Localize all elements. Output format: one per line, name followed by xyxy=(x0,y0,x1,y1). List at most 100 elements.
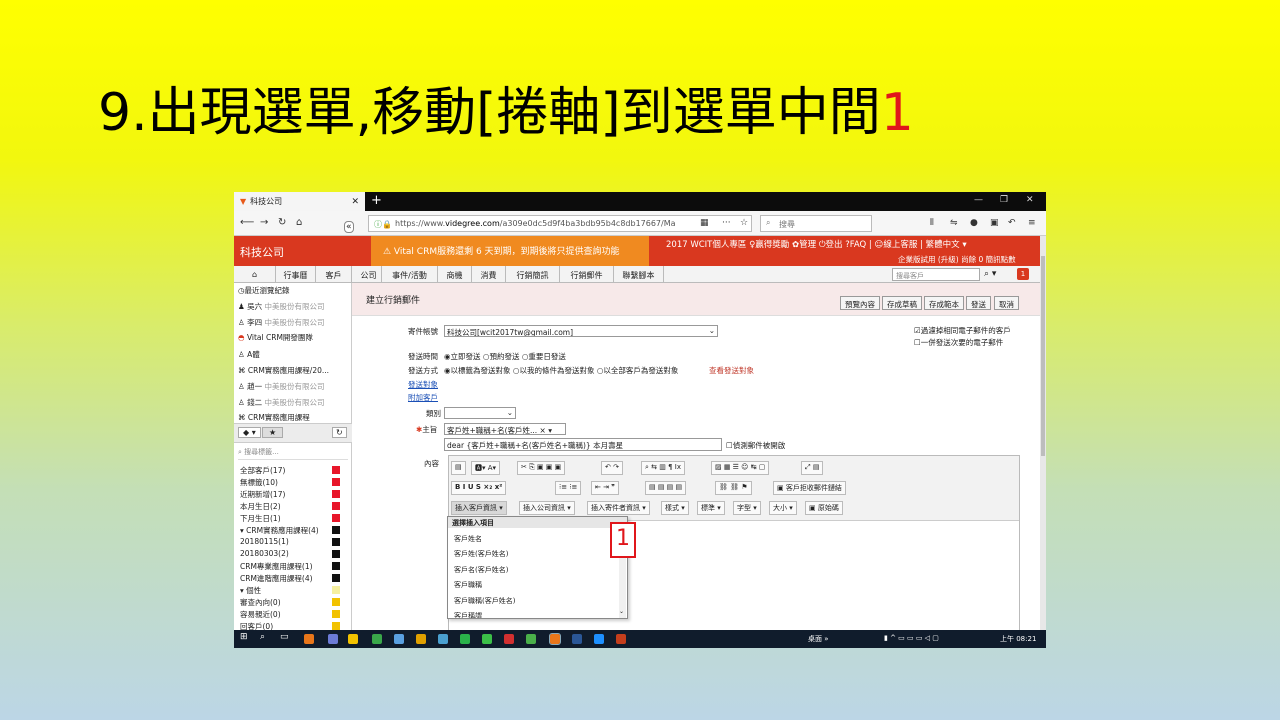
secondary-email-checkbox[interactable]: ☐一併發送次要的電子郵件 xyxy=(914,337,1003,348)
editor-clipboard-group[interactable]: ✂ ⎘ ▣ ▣ ▣ xyxy=(517,461,566,475)
reload-icon[interactable]: ↻ xyxy=(278,217,286,228)
editor-maximize-group[interactable]: ⤢ ▤ xyxy=(801,461,824,475)
menu-email-marketing[interactable]: 行銷郵件 xyxy=(560,266,614,283)
source-button[interactable]: ▣ 原始碼 xyxy=(805,501,843,515)
restore-icon[interactable]: ❐ xyxy=(1000,195,1008,205)
dropdown-item[interactable]: 客戶稱謂 xyxy=(454,611,482,618)
edge-icon[interactable] xyxy=(594,634,604,644)
menu-calendar[interactable]: 行事曆 xyxy=(276,266,316,283)
folder-icon[interactable] xyxy=(348,634,358,644)
app-icon[interactable] xyxy=(328,634,338,644)
back-arrow-icon[interactable]: ↶ xyxy=(1008,218,1016,228)
editor-find-group[interactable]: ⌕ ⇆ ▥ ¶ Ix xyxy=(641,461,685,475)
app-icon[interactable] xyxy=(438,634,448,644)
track-open-checkbox[interactable]: ☐偵測郵件被開啟 xyxy=(726,440,785,451)
star-icon[interactable]: ★ xyxy=(262,427,284,438)
menu-home[interactable]: ⌂ xyxy=(234,266,276,283)
insert-company-info-button[interactable]: 插入公司資訊 ▾ xyxy=(519,501,575,515)
menu-company[interactable]: 公司 xyxy=(356,266,382,283)
browser-search-input[interactable]: ⌕ 搜尋 xyxy=(760,215,872,232)
close-window-icon[interactable]: ✕ xyxy=(1026,195,1034,205)
category-select[interactable]: ⌄ xyxy=(444,407,516,419)
quick-search-icon[interactable]: ⌕ ▾ xyxy=(984,269,996,279)
send-method-options[interactable]: ◉以標籤為發送對象 ○以我的條件為發送對象 ○以全部客戶為發送對象 xyxy=(444,365,678,376)
collapse-sidebar-icon[interactable]: « xyxy=(344,221,354,233)
header-links[interactable]: 2017 WCIT個人專區 ♀贏得獎勵 ✿管理 ⏻登出 ?FAQ | ☺線上客服… xyxy=(666,238,967,250)
menu-contact-script[interactable]: 聯繫腳本 xyxy=(614,266,664,283)
firefox-icon[interactable] xyxy=(304,634,314,644)
firefox-active-icon[interactable] xyxy=(549,633,561,645)
page-actions-icon[interactable]: ··· xyxy=(722,218,731,228)
sender-select[interactable]: 科技公司[wcit2017tw@gmail.com] ⌄ xyxy=(444,325,718,337)
tag-icon[interactable]: ◆ ▾ xyxy=(238,427,261,438)
insert-sender-info-button[interactable]: 插入寄件者資訊 ▾ xyxy=(587,501,650,515)
close-tab-icon[interactable]: ✕ xyxy=(351,197,359,207)
browser-tab[interactable]: ▼ 科技公司 ✕ xyxy=(234,192,365,211)
menu-sms-marketing[interactable]: 行銷簡訊 xyxy=(506,266,560,283)
search-icon[interactable]: ⌕ xyxy=(260,632,270,642)
screen-icon[interactable]: ▣ xyxy=(990,218,999,228)
recent-item[interactable]: ♙ 錢二 中美股份有限公司 xyxy=(238,397,325,408)
sync-icon[interactable]: ⇋ xyxy=(950,218,958,228)
word-icon[interactable] xyxy=(572,634,582,644)
tag-item[interactable]: 本月生日(2) xyxy=(240,501,281,512)
library-icon[interactable]: ⫴ xyxy=(930,218,934,228)
format-select[interactable]: 標準 ▾ xyxy=(697,501,725,515)
recent-item[interactable]: ◓ Vital CRM開發團隊 xyxy=(238,332,313,343)
recent-item[interactable]: ⌘ CRM實務應用課程 xyxy=(238,412,310,423)
minimize-icon[interactable]: — xyxy=(974,195,983,205)
menu-consumption[interactable]: 消費 xyxy=(472,266,506,283)
vivaldi-icon[interactable] xyxy=(504,634,514,644)
font-select[interactable]: 字型 ▾ xyxy=(733,501,761,515)
tag-item[interactable]: 20180115(1) xyxy=(240,537,289,546)
home-icon[interactable]: ⌂ xyxy=(296,217,302,228)
editor-indent-group[interactable]: ⇤ ⇥ ❞ xyxy=(591,481,619,495)
dropdown-item[interactable]: 客戶姓(客戶姓名) xyxy=(454,549,508,559)
menu-icon[interactable]: ≡ xyxy=(1028,218,1036,228)
page-scrollbar[interactable] xyxy=(1040,236,1046,630)
tag-item[interactable]: 下月生日(1) xyxy=(240,513,281,524)
recent-item[interactable]: ♙ 趙一 中美股份有限公司 xyxy=(238,381,325,392)
dropdown-item[interactable]: 客戶姓名 xyxy=(454,534,482,544)
app-icon[interactable] xyxy=(416,634,426,644)
insert-customer-info-button[interactable]: 插入客戶資訊 ▾ xyxy=(451,501,507,515)
attach-customer-link[interactable]: 附加客戶 xyxy=(408,392,438,403)
editor-align-group[interactable]: ▤ ▤ ▤ ▤ xyxy=(645,481,687,495)
menu-opportunities[interactable]: 商機 xyxy=(438,266,472,283)
preview-button[interactable]: 預覽內容 xyxy=(840,296,880,310)
refresh-icon[interactable]: ↻ xyxy=(332,427,347,438)
wechat-icon[interactable] xyxy=(482,634,492,644)
tag-item[interactable]: 無標籤(10) xyxy=(240,477,278,488)
dropdown-item[interactable]: 客戶名(客戶姓名) xyxy=(454,565,508,575)
qr-icon[interactable]: ▦ xyxy=(700,218,709,228)
editor-undo-group[interactable]: ↶ ↷ xyxy=(601,461,623,475)
chat-icon[interactable]: ● xyxy=(970,218,978,228)
tag-item[interactable]: ▾ 個性 xyxy=(240,585,261,596)
powerpoint-icon[interactable] xyxy=(616,634,626,644)
dropdown-item[interactable]: 客戶職稱(客戶姓名) xyxy=(454,596,515,606)
desktop-label[interactable]: 桌面 » xyxy=(808,634,829,644)
menu-customers[interactable]: 客戶 xyxy=(316,266,352,283)
menu-events[interactable]: 事件/活動 xyxy=(382,266,438,283)
tray-icons[interactable]: ▮ ^ ▭ ▭ ▭ ◁ ▢ xyxy=(884,634,939,642)
url-bar[interactable]: ⓘ🔒 https://www.videgree.com/a309e0dc5d9f… xyxy=(368,215,752,232)
send-targets-link[interactable]: 發送對象 xyxy=(408,379,438,390)
editor-link-group[interactable]: ⛓ ⛓ ⚑ xyxy=(715,481,752,495)
chrome-icon[interactable] xyxy=(526,634,536,644)
tag-item[interactable]: 全部客戶(17) xyxy=(240,465,285,476)
tag-item[interactable]: 20180303(2) xyxy=(240,549,289,558)
quick-search-input[interactable]: 搜尋客戶 xyxy=(892,268,980,281)
tag-item[interactable]: CRM專業應用課程(1) xyxy=(240,561,313,572)
editor-tool-group[interactable]: ▤ xyxy=(451,461,466,475)
app-icon[interactable] xyxy=(394,634,404,644)
bookmark-star-icon[interactable]: ☆ xyxy=(740,218,748,228)
send-button[interactable]: 發送 xyxy=(966,296,991,310)
notification-badge[interactable]: 1 xyxy=(1017,268,1029,280)
tag-item[interactable]: 審查內向(0) xyxy=(240,597,281,608)
editor-tool-group[interactable]: 🅰▾ A▾ xyxy=(471,461,501,475)
line-icon[interactable] xyxy=(460,634,470,644)
editor-list-group[interactable]: ⁝≡ ⁝≡ xyxy=(555,481,582,495)
tag-search-input[interactable]: ⌕ 搜尋標籤... xyxy=(238,447,348,460)
tag-item[interactable]: 容易親近(0) xyxy=(240,609,281,620)
scrollbar-thumb[interactable] xyxy=(1041,256,1045,456)
